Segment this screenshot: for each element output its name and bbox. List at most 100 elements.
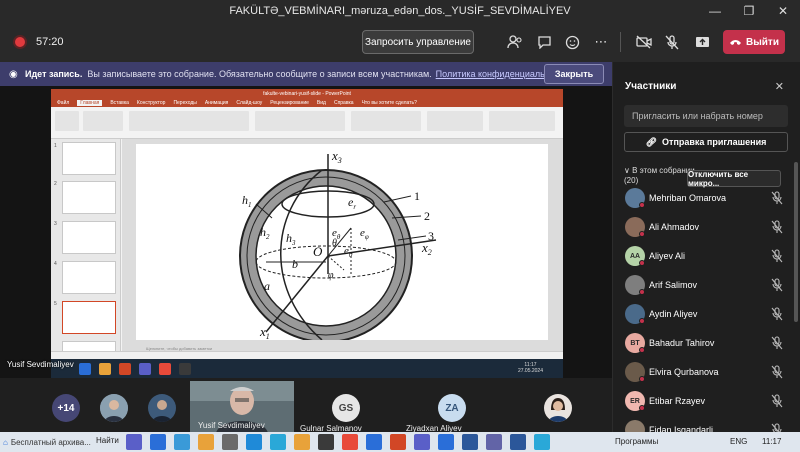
in-meeting-section[interactable]: ∨ В этом собрании (20) xyxy=(624,166,695,186)
reactions-icon[interactable] xyxy=(561,31,583,53)
share-icon[interactable] xyxy=(691,31,713,53)
spherical-shell-diagram: x3 x2 x1 h1 h2 h3 er eθ eφ e0 O θ φ a b … xyxy=(239,148,437,343)
chat-icon[interactable] xyxy=(533,31,555,53)
participant-row[interactable]: Arif Salimov xyxy=(613,274,793,296)
banner-title: Идет запись. xyxy=(25,69,83,79)
label-x2-sub: 2 xyxy=(428,248,432,257)
invite-input[interactable]: Пригласить или набрать номер xyxy=(624,105,788,127)
app-icon[interactable] xyxy=(222,434,238,450)
shared-powerpoint-window: fakulte-vebinari-yusif-slide - PowerPoin… xyxy=(51,89,563,379)
label-theta: θ xyxy=(332,238,337,249)
svg-text:x1: x1 xyxy=(259,324,270,340)
pp-title: fakulte-vebinari-yusif-slide - PowerPoin… xyxy=(263,90,351,97)
language-indicator[interactable]: ENG xyxy=(730,437,747,446)
camera-off-icon[interactable] xyxy=(633,31,655,53)
mic-off-icon[interactable] xyxy=(771,191,783,205)
ie-app-icon[interactable] xyxy=(150,434,166,450)
close-icon[interactable]: ✕ xyxy=(766,0,800,22)
panel-close-icon[interactable]: ✕ xyxy=(775,80,784,93)
meeting-toolbar: 57:20 Запросить управление ⋯ Выйти xyxy=(0,22,800,62)
active-speaker-tile[interactable]: Yusif Sevdimaliyev xyxy=(190,381,294,433)
slide-thumbnail xyxy=(62,261,116,294)
word-app-icon[interactable] xyxy=(462,434,478,450)
programs-toolbar[interactable]: Программы xyxy=(615,437,658,446)
pp-titlebar: fakulte-vebinari-yusif-slide - PowerPoin… xyxy=(51,89,563,98)
participant-row[interactable]: Elvira Qurbanova xyxy=(613,361,793,383)
more-icon[interactable]: ⋯ xyxy=(590,31,612,53)
slide-thumbnail xyxy=(62,221,116,254)
label-3: 3 xyxy=(428,229,434,243)
app-icon[interactable] xyxy=(246,434,262,450)
label-e-phi-sub: φ xyxy=(365,233,369,241)
status-dot xyxy=(639,202,645,208)
app-icon[interactable] xyxy=(270,434,286,450)
participant-avatar[interactable] xyxy=(100,394,128,422)
app-icon[interactable] xyxy=(534,434,550,450)
app-icon[interactable] xyxy=(414,434,430,450)
request-control-button[interactable]: Запросить управление xyxy=(362,30,474,54)
slide-thumbnail xyxy=(62,142,116,175)
send-invite-button[interactable]: 🔗︎ Отправка приглашения xyxy=(624,132,788,152)
mic-off-icon[interactable] xyxy=(771,336,783,350)
pp-body: 1 2 3 4 5 x3 x2 x1 h1 h2 h3 er eθ eφ e0 … xyxy=(51,139,563,353)
participant-row[interactable]: Mehriban Omarova xyxy=(613,187,793,209)
panel-scrollbar[interactable] xyxy=(794,162,798,322)
label-2: 2 xyxy=(424,209,430,223)
mic-off-icon[interactable] xyxy=(771,365,783,379)
system-clock[interactable]: 11:17 xyxy=(762,437,781,446)
participant-row[interactable]: Ali Ahmadov xyxy=(613,216,793,238)
participant-avatar[interactable]: GS xyxy=(332,394,360,422)
pp-tab: Файл xyxy=(57,99,70,106)
pp-tab: Вид xyxy=(316,99,326,106)
explorer-app-icon[interactable] xyxy=(198,434,214,450)
participant-row[interactable]: AA Aliyev Ali xyxy=(613,245,793,267)
link-icon: 🔗︎ xyxy=(645,136,658,147)
app-icon[interactable] xyxy=(294,434,310,450)
teams-app-icon[interactable] xyxy=(126,434,142,450)
edge-app-icon[interactable] xyxy=(174,434,190,450)
news-widget[interactable]: ⌂ Бесплатный архива... xyxy=(0,432,92,452)
mute-all-button[interactable]: Отключить все микро... xyxy=(687,170,781,188)
participant-name: Mehriban Omarova xyxy=(649,193,727,203)
powerpoint-app-icon[interactable] xyxy=(390,434,406,450)
minimize-icon[interactable]: — xyxy=(698,0,732,22)
mic-off-icon[interactable] xyxy=(771,220,783,234)
app-icon[interactable] xyxy=(438,434,454,450)
mic-off-icon[interactable] xyxy=(771,307,783,321)
participant-row[interactable]: BT Bahadur Tahirov xyxy=(613,332,793,354)
app-icon[interactable] xyxy=(342,434,358,450)
teams-app-icon[interactable] xyxy=(486,434,502,450)
word-app-icon[interactable] xyxy=(366,434,382,450)
search-button[interactable]: Найти xyxy=(96,436,119,445)
windows-taskbar: ⌂ Бесплатный архива... Найти Программы E… xyxy=(0,432,800,452)
pp-tab-active: Главная xyxy=(77,99,103,106)
label-a: a xyxy=(264,279,270,293)
phone-hangup-icon xyxy=(730,40,742,45)
participant-avatar[interactable] xyxy=(148,394,176,422)
participants-icon[interactable] xyxy=(504,31,526,53)
pp-tab: Анимация xyxy=(204,99,229,106)
mic-off-icon[interactable] xyxy=(771,249,783,263)
participant-avatar[interactable] xyxy=(544,394,572,422)
participant-avatar[interactable]: ZA xyxy=(438,394,466,422)
pp-statusbar xyxy=(51,351,563,359)
status-dot xyxy=(639,318,645,324)
word-app-icon[interactable] xyxy=(510,434,526,450)
more-participants-badge[interactable]: +14 xyxy=(52,394,80,422)
mic-off-icon[interactable] xyxy=(771,278,783,292)
slide-thumbnail xyxy=(62,181,116,214)
mic-off-icon[interactable] xyxy=(771,394,783,408)
close-banner-button[interactable]: Закрыть xyxy=(544,64,604,84)
status-dot xyxy=(639,289,645,295)
leave-button[interactable]: Выйти xyxy=(723,30,785,54)
participant-name: Bahadur Tahirov xyxy=(649,338,715,348)
section-count: (20) xyxy=(624,176,639,185)
app-icon[interactable] xyxy=(318,434,334,450)
participant-row[interactable]: ER Etibar Rzayev xyxy=(613,390,793,412)
participant-row[interactable]: Aydin Aliyev xyxy=(613,303,793,325)
mic-off-icon[interactable] xyxy=(661,31,683,53)
pp-tab: Справка xyxy=(333,99,354,106)
status-dot xyxy=(639,347,645,353)
maximize-icon[interactable]: ❐ xyxy=(732,0,766,22)
participant-name: Arif Salimov xyxy=(649,280,698,290)
